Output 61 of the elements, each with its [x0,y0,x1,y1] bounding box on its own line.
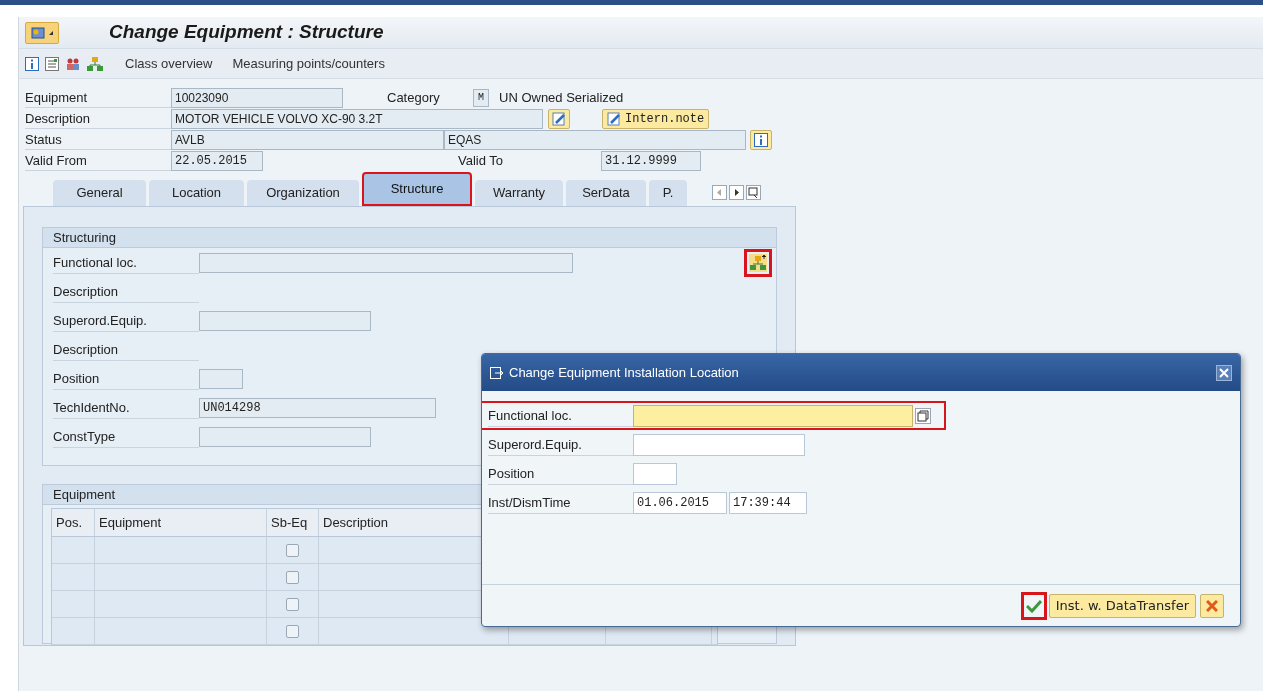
category-field[interactable]: M [473,88,489,107]
checkbox[interactable] [286,597,299,611]
column-header: Equipment [95,509,267,536]
input-field[interactable] [633,462,677,485]
tab[interactable]: Structure [362,172,472,206]
input-field[interactable] [199,252,573,273]
tab[interactable]: General [53,180,146,206]
tab[interactable]: Warranty [475,180,563,206]
copy-icon[interactable] [915,407,931,424]
tab[interactable]: Location [149,180,244,206]
transfer-button[interactable]: Inst. w. DataTransfer [1048,593,1196,618]
dialog-title: Change Equipment Installation Location [509,363,739,382]
tab[interactable]: P. [649,180,687,206]
tab[interactable]: Organization [247,180,359,206]
input-field[interactable]: MOTOR VEHICLE VOLVO XC-90 3.2T [171,108,543,129]
checkbox[interactable] [286,543,299,557]
field-label: Category [386,88,441,107]
info-icon[interactable] [25,56,39,71]
checkbox[interactable] [286,624,299,638]
field-label: Description [53,338,199,361]
toolbar-button[interactable]: Class overview [123,53,215,74]
scroll-right-icon[interactable] [729,185,744,200]
tab-list-icon[interactable] [746,185,761,200]
window-icon[interactable] [31,26,45,39]
document-icon[interactable] [45,56,59,71]
input-field[interactable] [199,426,371,447]
check-icon[interactable] [1025,598,1042,613]
category-text: UN Owned Serialized [499,88,624,107]
tab[interactable]: SerData [566,180,646,206]
input-field[interactable] [633,433,805,456]
cancel-button[interactable] [1200,593,1224,618]
window-title: Change Equipment : Structure [109,20,384,45]
input-field[interactable]: UN014298 [199,397,436,418]
pencil-icon[interactable] [607,111,621,126]
group-title: Structuring [43,228,776,248]
input-field[interactable]: 10023090 [171,87,343,108]
confirm-button[interactable] [1020,591,1047,620]
input-field[interactable]: AVLB [171,129,444,150]
checkbox[interactable] [286,570,299,584]
column-header: Pos. [52,509,95,536]
hierarchy-icon[interactable] [87,56,103,71]
caret-icon[interactable] [49,30,53,35]
toolbar-button[interactable]: Measuring points/counters [230,53,387,74]
intern-note-button[interactable]: Intern.note [602,108,710,129]
close-icon[interactable] [1206,599,1218,612]
field-label: Valid To [458,151,505,170]
input-field[interactable] [199,310,371,331]
column-header: Sb-Eq [267,509,319,536]
input-field[interactable] [199,368,243,389]
dialog-icon[interactable] [490,365,504,380]
input-field[interactable]: 22.05.2015 [171,150,263,171]
field-label: Description [53,280,199,303]
input-field[interactable] [633,404,913,427]
people-icon[interactable] [65,56,81,71]
input-field[interactable]: EQAS [444,129,746,150]
input-field[interactable]: 31.12.9999 [601,150,701,171]
input-field[interactable]: 17:39:44 [729,491,807,514]
input-field[interactable]: 01.06.2015 [633,491,727,514]
hierarchy-button[interactable] [744,248,772,277]
menu-button[interactable] [25,21,59,44]
hierarchy-icon[interactable] [749,253,767,272]
